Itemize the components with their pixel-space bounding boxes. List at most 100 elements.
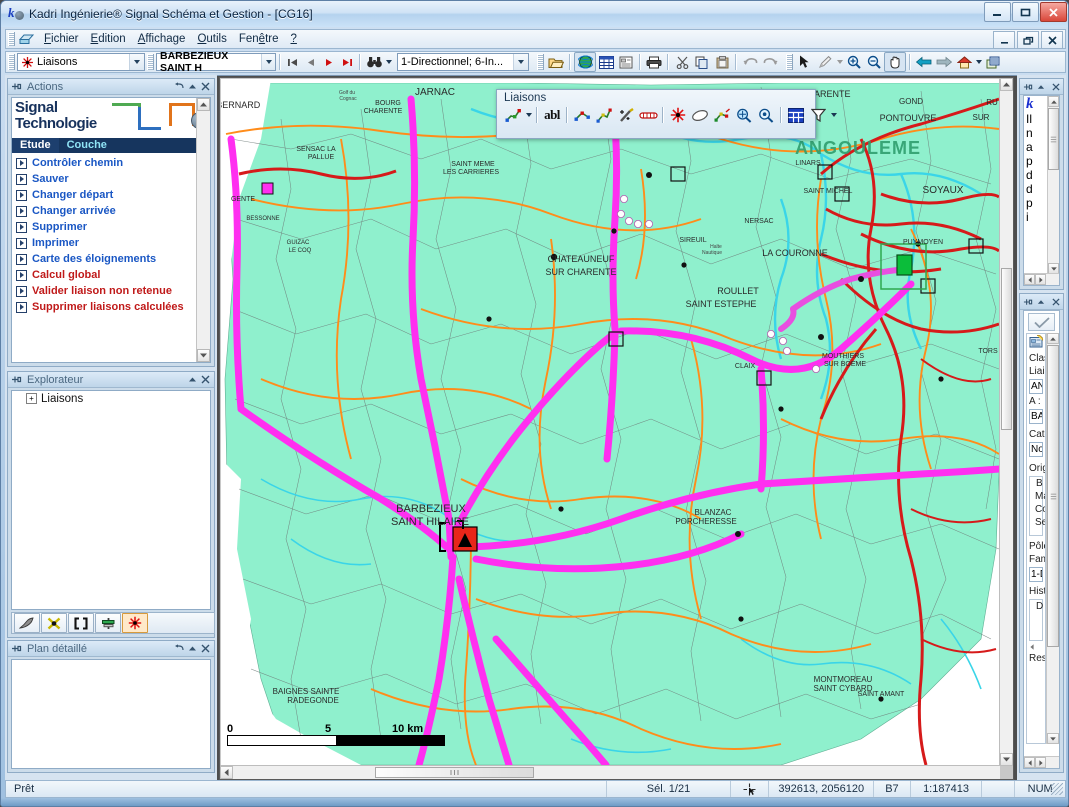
scroll-down-arrow[interactable] [1047, 733, 1059, 744]
check-mark-icon[interactable] [1028, 313, 1055, 331]
red-star-burst-icon[interactable] [667, 106, 689, 124]
arrow-right-icon[interactable] [934, 53, 954, 71]
pin-icon[interactable] [1021, 80, 1034, 93]
globe-icon[interactable] [574, 52, 596, 72]
layer-combo-arrow[interactable] [129, 54, 144, 70]
right-top-thumb[interactable] [1048, 108, 1059, 170]
pin-icon[interactable] [10, 642, 23, 655]
toolbar-grip-2[interactable] [147, 54, 154, 70]
listitem-ma[interactable]: Ma [1030, 490, 1045, 503]
home-icon[interactable] [954, 53, 974, 71]
action-imprimer[interactable]: Imprimer [12, 235, 210, 251]
collapse-icon[interactable] [186, 373, 199, 386]
right-bottom-scrollbar[interactable] [1046, 333, 1059, 744]
collapse-icon[interactable] [1034, 295, 1047, 308]
brackets-icon[interactable] [68, 613, 94, 633]
scroll-down-arrow[interactable] [197, 349, 210, 362]
pin-icon[interactable] [1021, 295, 1034, 308]
action-controler-chemin[interactable]: Contrôler chemin [12, 155, 210, 171]
map-canvas[interactable]: JARNACBOURGCHARENTEGolf duCognacEAUBERNA… [221, 79, 1000, 765]
action-supprimer-liaisons[interactable]: Supprimer liaisons calculées [12, 299, 210, 315]
detail-plan-canvas[interactable] [11, 659, 211, 769]
scroll-right-arrow[interactable] [1035, 274, 1046, 285]
mdi-close-button[interactable] [1041, 31, 1063, 49]
close-icon[interactable] [199, 642, 212, 655]
action-sauver[interactable]: Sauver [12, 171, 210, 187]
right-bottom-hscrollbar[interactable] [1024, 756, 1059, 768]
inner-hscroll[interactable] [1027, 642, 1045, 652]
pencil-dropdown-arrow[interactable] [835, 53, 844, 71]
collapse-icon[interactable] [186, 642, 199, 655]
menu-edition[interactable]: Edition [85, 31, 132, 47]
action-valider-liaison[interactable]: Valider liaison non retenue [12, 283, 210, 299]
feature-combo[interactable]: BARBEZIEUX SAINT H [156, 50, 276, 74]
toolbar-grip-1[interactable] [8, 54, 15, 70]
listitem-co[interactable]: Co [1030, 503, 1045, 516]
red-star-burst-icon[interactable] [122, 613, 148, 633]
map-scroll-up-arrow[interactable] [1000, 78, 1013, 91]
mdi-minimize-button[interactable] [993, 31, 1015, 49]
action-calcul-global[interactable]: Calcul global [12, 267, 210, 283]
map-scroll-left-arrow[interactable] [220, 766, 233, 779]
close-icon[interactable] [1049, 80, 1062, 93]
feature-combo-arrow[interactable] [261, 54, 275, 70]
map-vertical-thumb[interactable] [1001, 268, 1012, 430]
listitem-se[interactable]: Se [1030, 516, 1045, 529]
mdi-restore-button[interactable] [1017, 31, 1039, 49]
redo-arrow-icon[interactable] [760, 53, 780, 71]
funnel-filter-icon[interactable] [807, 106, 829, 124]
magnifier-feature-icon[interactable] [755, 106, 777, 124]
restore-icon[interactable] [173, 80, 186, 93]
scroll-left-arrow[interactable] [1024, 274, 1035, 285]
right-bottom-thumb[interactable] [1047, 345, 1059, 647]
explorer-tree[interactable]: + Liaisons [11, 390, 211, 610]
right-panel-top-body[interactable]: k Il n a p d d p i [1023, 95, 1060, 286]
map-horizontal-scrollbar[interactable] [220, 765, 1000, 779]
action-carte-eloignements[interactable]: Carte des éloignements [12, 251, 210, 267]
find-dropdown-arrow[interactable] [384, 53, 393, 71]
filter-dropdown-arrow[interactable] [829, 106, 838, 124]
listitem-b[interactable]: B [1030, 477, 1043, 490]
tree-item-liaisons[interactable]: + Liaisons [12, 391, 210, 406]
restore-icon[interactable] [173, 642, 186, 655]
field-value-ba[interactable]: BA [1029, 409, 1043, 424]
reroute-icon[interactable] [711, 106, 733, 124]
toolbar-grip-4[interactable] [786, 54, 793, 70]
menu-fenetre[interactable]: Fenêtre [233, 31, 285, 47]
pointer-dark-icon[interactable] [14, 613, 40, 633]
open-file-button[interactable] [546, 53, 566, 71]
grid-table-icon[interactable] [596, 53, 616, 71]
properties-icon[interactable] [616, 53, 636, 71]
field-value-no[interactable]: No [1029, 442, 1043, 457]
properties-form[interactable]: Clas Liais AN A : BA Caté No Orig B Ma C… [1026, 333, 1046, 744]
home-dropdown-arrow[interactable] [974, 53, 983, 71]
field-value-directionnel[interactable]: 1-D [1029, 567, 1043, 582]
filter-combo-arrow[interactable] [513, 54, 528, 70]
tab-couche[interactable]: Couche [58, 138, 115, 153]
tab-etude[interactable]: Etude [12, 138, 59, 153]
pencil-icon[interactable] [815, 53, 835, 71]
scroll-left-arrow[interactable] [1024, 757, 1035, 768]
paste-icon[interactable] [712, 53, 732, 71]
map-vertical-scrollbar[interactable] [999, 78, 1013, 766]
undo-arrow-icon[interactable] [740, 53, 760, 71]
toolbar-grip-3[interactable] [537, 54, 544, 70]
menu-affichage[interactable]: Affichage [132, 31, 192, 47]
filter-combo[interactable]: 1-Directionnel; 6-In... [397, 53, 529, 71]
blue-grid-icon[interactable] [785, 106, 807, 124]
magic-wand-icon[interactable] [615, 106, 637, 124]
collapse-icon[interactable] [186, 80, 199, 93]
menu-help[interactable]: ? [285, 31, 303, 47]
pin-icon[interactable] [10, 80, 23, 93]
liaison-node-icon[interactable] [502, 106, 524, 124]
scroll-up-arrow[interactable] [1047, 333, 1059, 344]
historique-box[interactable]: D [1029, 599, 1043, 641]
pin-icon[interactable] [10, 373, 23, 386]
path-edit-icon[interactable] [593, 106, 615, 124]
action-changer-depart[interactable]: Changer départ [12, 187, 210, 203]
close-icon[interactable] [1049, 295, 1062, 308]
first-record-button[interactable] [284, 53, 302, 71]
menu-grip[interactable] [8, 32, 15, 46]
field-value-an[interactable]: AN [1029, 379, 1043, 394]
liaison-node-dropdown-arrow[interactable] [524, 106, 533, 124]
